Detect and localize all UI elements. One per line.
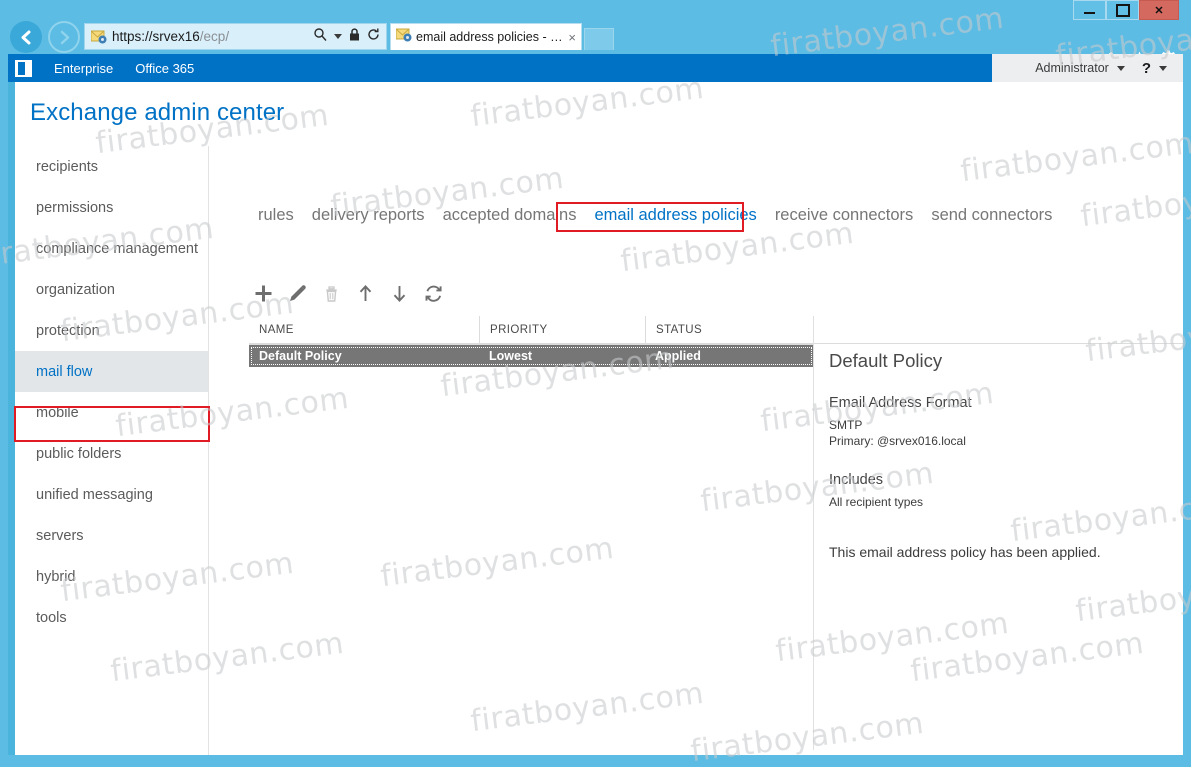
close-window-button[interactable]: ✕	[1139, 0, 1179, 20]
sidebar-item-label: unified messaging	[36, 486, 153, 503]
forward-arrow-icon[interactable]	[48, 21, 80, 53]
lock-icon	[349, 27, 360, 46]
sidebar-item-label: mail flow	[36, 363, 93, 380]
page-favicon-icon	[90, 30, 107, 44]
sidebar-item-label: permissions	[36, 199, 114, 216]
minimize-button[interactable]	[1073, 0, 1106, 20]
tab-email-address-policies[interactable]: email address policies	[585, 204, 765, 227]
browser-titlebar: ✕	[0, 0, 1191, 22]
sidebar-item-mail-flow[interactable]: mail flow	[15, 351, 209, 392]
edit-pencil-icon[interactable]	[284, 280, 310, 306]
sidebar-nav: recipients permissions compliance manageme…	[15, 146, 209, 755]
office-logo-icon[interactable]	[15, 59, 32, 77]
detail-heading-email-format: Email Address Format	[829, 395, 972, 411]
cell-status: Applied	[655, 349, 701, 363]
detail-primary-address: Primary: @srvex016.local	[829, 434, 966, 448]
search-icon[interactable]	[314, 27, 327, 46]
browser-tab-strip: email address policies - Mic... ×	[390, 23, 614, 50]
sidebar-item-hybrid[interactable]: hybrid	[15, 556, 209, 597]
table-header-row: NAME PRIORITY STATUS	[249, 316, 814, 345]
policy-list: NAME PRIORITY STATUS Default Policy Lowe…	[249, 316, 814, 367]
tab-accepted-domains[interactable]: accepted domains	[434, 204, 586, 227]
refresh-icon[interactable]	[420, 280, 446, 306]
column-header-name[interactable]: NAME	[249, 316, 479, 344]
suite-link-enterprise[interactable]: Enterprise	[54, 61, 113, 76]
window-controls: ✕	[1073, 0, 1179, 20]
detail-smtp-block: SMTP Primary: @srvex016.local	[829, 417, 1159, 449]
sidebar-item-label: mobile	[36, 404, 79, 421]
content-tab-strip: rules delivery reports accepted domains ema…	[249, 204, 1061, 227]
sidebar-item-servers[interactable]: servers	[15, 515, 209, 556]
close-tab-icon[interactable]: ×	[568, 30, 576, 45]
left-accent-rail	[8, 82, 15, 755]
sidebar-item-protection[interactable]: protection	[15, 310, 209, 351]
page-viewport: Enterprise Office 365 Administrator ? Ex…	[8, 54, 1183, 755]
column-header-status[interactable]: STATUS	[645, 316, 814, 344]
detail-applied-note: This email address policy has been appli…	[829, 544, 1101, 560]
sidebar-item-label: organization	[36, 281, 115, 298]
delete-trash-icon	[318, 280, 344, 306]
list-toolbar	[250, 280, 446, 306]
address-bar[interactable]: https://srvex16/ecp/	[84, 23, 387, 50]
search-dropdown-caret-icon[interactable]	[334, 34, 342, 39]
main-content: rules delivery reports accepted domains ema…	[209, 146, 1183, 755]
detail-smtp-label: SMTP	[829, 418, 863, 432]
account-name[interactable]: Administrator	[1035, 61, 1109, 75]
sidebar-item-permissions[interactable]: permissions	[15, 187, 209, 228]
sidebar-item-mobile[interactable]: mobile	[15, 392, 209, 433]
page-title: Exchange admin center	[30, 99, 285, 126]
sidebar-item-label: compliance management	[36, 240, 199, 257]
move-up-arrow-icon[interactable]	[352, 280, 378, 306]
browser-window: ✕ https://srvex16/ecp/ email address pol…	[0, 0, 1191, 767]
sidebar-item-public-folders[interactable]: public folders	[15, 433, 209, 474]
sidebar-item-label: tools	[36, 609, 67, 626]
tab-send-connectors[interactable]: send connectors	[922, 204, 1061, 227]
refresh-icon[interactable]	[367, 28, 380, 46]
url-host: https://srvex16	[112, 29, 200, 44]
sidebar-item-label: recipients	[36, 158, 99, 175]
browser-tab-title: email address policies - Mic...	[416, 30, 565, 44]
tab-favicon-icon	[395, 28, 412, 47]
account-dropdown-caret-icon[interactable]	[1116, 65, 1125, 71]
detail-title: Default Policy	[829, 350, 943, 371]
sidebar-item-label: hybrid	[36, 568, 76, 585]
help-label[interactable]: ?	[1142, 60, 1151, 77]
cell-name: Default Policy	[259, 349, 342, 363]
list-detail-divider	[813, 316, 814, 750]
tab-receive-connectors[interactable]: receive connectors	[766, 204, 923, 227]
add-icon[interactable]	[250, 280, 276, 306]
sidebar-item-organization[interactable]: organization	[15, 269, 209, 310]
suite-account-area: Administrator ?	[1035, 54, 1183, 82]
office-suite-bar: Enterprise Office 365 Administrator ?	[8, 54, 1183, 82]
browser-tab-active[interactable]: email address policies - Mic... ×	[390, 23, 582, 50]
sidebar-item-label: servers	[36, 527, 84, 544]
cell-priority: Lowest	[489, 349, 533, 363]
suite-link-office365[interactable]: Office 365	[135, 61, 194, 76]
sidebar-item-compliance-management[interactable]: compliance management	[15, 228, 209, 269]
table-row[interactable]: Default Policy Lowest Applied	[249, 345, 814, 367]
maximize-button[interactable]	[1106, 0, 1139, 20]
url-text: https://srvex16/ecp/	[112, 29, 229, 44]
sidebar-item-unified-messaging[interactable]: unified messaging	[15, 474, 209, 515]
sidebar-item-recipients[interactable]: recipients	[15, 146, 209, 187]
back-arrow-icon[interactable]	[10, 21, 42, 53]
detail-includes-value: All recipient types	[829, 495, 924, 509]
sidebar-item-label: protection	[36, 322, 100, 339]
tab-rules[interactable]: rules	[249, 204, 303, 227]
help-dropdown-caret-icon[interactable]	[1159, 65, 1167, 71]
detail-pane: Default Policy Email Address Format SMTP…	[829, 350, 1159, 560]
url-path: /ecp/	[199, 29, 230, 44]
sidebar-item-tools[interactable]: tools	[15, 597, 209, 638]
sidebar-item-label: public folders	[36, 445, 122, 462]
address-bar-icons	[314, 27, 380, 46]
column-header-priority[interactable]: PRIORITY	[479, 316, 645, 344]
move-down-arrow-icon[interactable]	[386, 280, 412, 306]
browser-navbar: https://srvex16/ecp/ email address polic…	[0, 20, 1191, 67]
new-tab-button[interactable]	[584, 28, 614, 50]
tab-delivery-reports[interactable]: delivery reports	[303, 204, 434, 227]
detail-heading-includes: Includes	[829, 472, 884, 488]
